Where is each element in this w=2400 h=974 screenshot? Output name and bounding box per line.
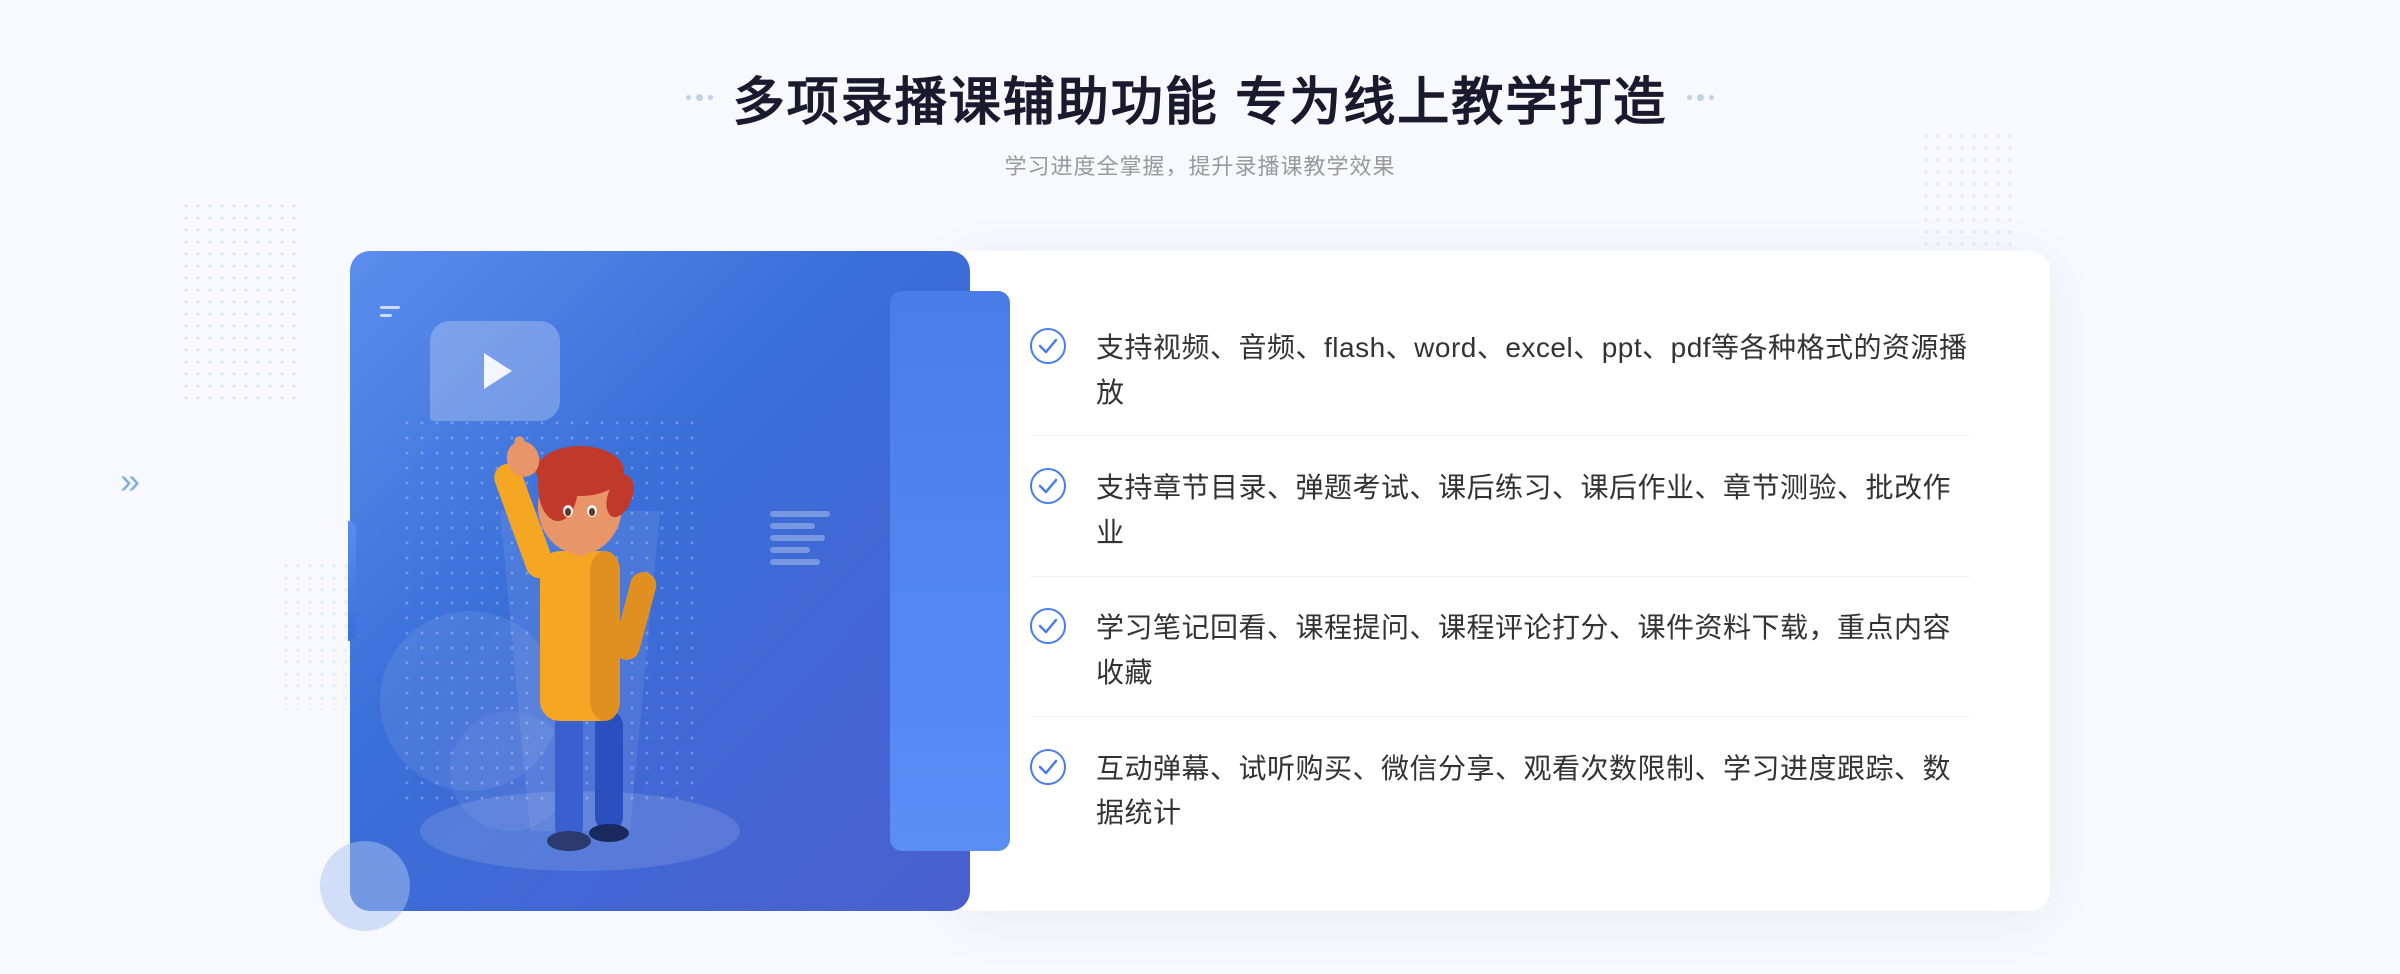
feature-item-2: 支持章节目录、弹题考试、课后练习、课后作业、章节测验、批改作业: [1030, 446, 1970, 577]
person-illustration: [400, 311, 780, 911]
dot-3: [708, 95, 713, 100]
dot-1: [686, 95, 691, 100]
vertical-bar: [348, 521, 356, 641]
check-icon-3: [1030, 608, 1066, 644]
inner-panel: [890, 291, 1010, 851]
blue-circle-decoration: [320, 841, 410, 931]
check-icon-4: [1030, 749, 1066, 785]
dot-5: [1697, 94, 1704, 101]
page-title: 多项录播课辅助功能 专为线上教学打造: [733, 60, 1667, 135]
feature-text-1: 支持视频、音频、flash、word、excel、ppt、pdf等各种格式的资源…: [1096, 326, 1970, 416]
feature-text-3: 学习笔记回看、课程提问、课程评论打分、课件资料下载，重点内容收藏: [1096, 606, 1970, 696]
feature-item-4: 互动弹幕、试听购买、微信分享、观看次数限制、学习进度跟踪、数据统计: [1030, 727, 1970, 857]
bg-dots-decoration-1: [180, 200, 300, 400]
feature-text-2: 支持章节目录、弹题考试、课后练习、课后作业、章节测验、批改作业: [1096, 466, 1970, 556]
feature-item-3: 学习笔记回看、课程提问、课程评论打分、课件资料下载，重点内容收藏: [1030, 586, 1970, 717]
illustration-card: [350, 251, 970, 911]
content-area: 支持视频、音频、flash、word、excel、ppt、pdf等各种格式的资源…: [350, 231, 2050, 951]
check-icon-2: [1030, 468, 1066, 504]
sparkle-line-2: [380, 314, 392, 317]
header-dots-left: [686, 94, 713, 101]
feature-text-4: 互动弹幕、试听购买、微信分享、观看次数限制、学习进度跟踪、数据统计: [1096, 747, 1970, 837]
header-section: 多项录播课辅助功能 专为线上教学打造 学习进度全掌握，提升录播课教学效果: [686, 60, 1714, 181]
header-decorators: 多项录播课辅助功能 专为线上教学打造: [686, 60, 1714, 135]
dot-6: [1709, 95, 1714, 100]
left-arrow-decoration: »: [120, 460, 140, 502]
check-icon-1: [1030, 328, 1066, 364]
page-container: » 多项录播课辅助功能 专为线上教学打造 学习进度全掌握，提升录播课教学效果: [0, 0, 2400, 974]
dot-4: [1687, 95, 1692, 100]
header-dots-right: [1687, 94, 1714, 101]
feature-item-1: 支持视频、音频、flash、word、excel、ppt、pdf等各种格式的资源…: [1030, 306, 1970, 437]
dot-2: [696, 94, 703, 101]
sparkle-decoration: [380, 301, 400, 322]
page-subtitle: 学习进度全掌握，提升录播课教学效果: [686, 149, 1714, 181]
features-panel: 支持视频、音频、flash、word、excel、ppt、pdf等各种格式的资源…: [950, 251, 2050, 911]
sparkle-line-1: [380, 306, 400, 309]
